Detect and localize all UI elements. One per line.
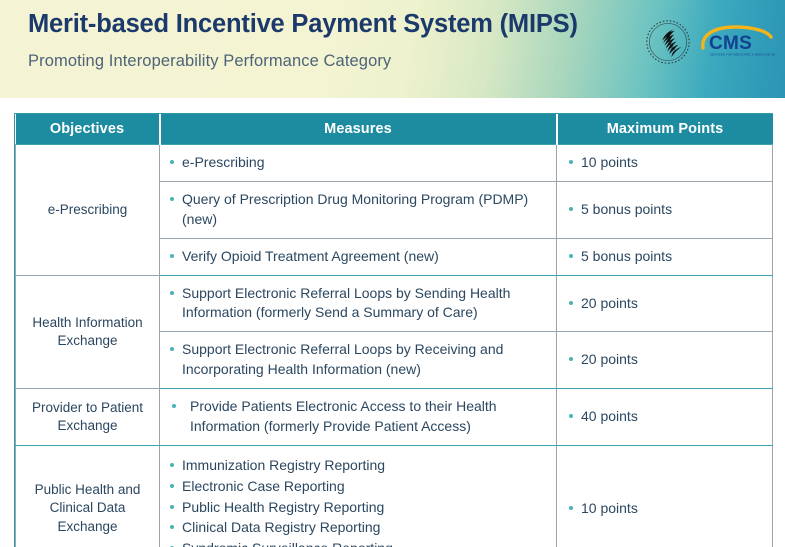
measures-cell: Provide Patients Electronic Access to th… [159,388,557,446]
page-subtitle: Promoting Interoperability Performance C… [28,52,392,71]
bullet-list: Support Electronic Referral Loops by Rec… [168,340,546,380]
measures-cell: Query of Prescription Drug Monitoring Pr… [159,180,557,239]
measures-cell: Support Electronic Referral Loops by Sen… [159,274,557,333]
points-cell: 5 bonus points [556,180,773,239]
points-item: 20 points [567,350,762,369]
measure-item: Immunization Registry Reporting [168,456,546,476]
table-row: Health Information Exchange Support Elec… [15,274,773,389]
table-row: e-Prescribing e-Prescribing 10 points [15,144,773,276]
bullet-list: Verify Opioid Treatment Agreement (new) [168,247,546,267]
measure-item: Clinical Data Registry Reporting [168,518,546,538]
points-cell: 10 points [556,444,773,547]
table-row: Provider to Patient Exchange Provide Pat… [15,388,773,446]
column-header-maximum-points: Maximum Points [556,114,773,145]
points-item: 5 bonus points [567,247,762,266]
measures-cell: Verify Opioid Treatment Agreement (new) [159,237,557,276]
column-header-measures: Measures [159,114,558,145]
points-item: 40 points [567,407,762,426]
points-item: 10 points [567,153,762,172]
table-row: Public Health and Clinical Data Exchange… [15,444,773,547]
points-cell: 10 points [556,144,773,182]
page-title: Merit-based Incentive Payment System (MI… [28,10,578,38]
objective-cell: e-Prescribing [15,144,160,276]
svg-text:CMS: CMS [709,33,752,54]
svg-text:CENTERS FOR MEDICARE & MEDICAI: CENTERS FOR MEDICARE & MEDICAID SERVICES [710,53,775,57]
points-item: 20 points [567,294,762,313]
points-item: 5 bonus points [567,200,762,219]
measure-item: Support Electronic Referral Loops by Sen… [168,284,546,324]
hhs-seal-icon [646,20,690,64]
mips-measures-table: Objectives Measures Maximum Points e-Pre… [15,114,773,547]
bullet-list: Query of Prescription Drug Monitoring Pr… [168,190,546,230]
table-header-row: Objectives Measures Maximum Points [15,114,773,145]
measure-item: Query of Prescription Drug Monitoring Pr… [168,190,546,230]
objective-cell: Provider to Patient Exchange [15,388,160,446]
measures-cell: Support Electronic Referral Loops by Rec… [159,331,557,389]
slide-header: Merit-based Incentive Payment System (MI… [0,0,785,98]
points-cell: 20 points [556,331,773,389]
measure-item: Support Electronic Referral Loops by Rec… [168,340,546,380]
objective-cell: Health Information Exchange [15,274,160,389]
objective-cell: Public Health and Clinical Data Exchange [15,444,160,547]
column-header-objectives: Objectives [15,114,161,145]
measure-item: Electronic Case Reporting [168,477,546,497]
mips-table-container: Objectives Measures Maximum Points e-Pre… [14,113,773,547]
measure-item: Verify Opioid Treatment Agreement (new) [168,247,546,267]
measures-cell: Immunization Registry Reporting Electron… [159,444,557,547]
measure-item: e-Prescribing [168,153,546,173]
cms-logo-icon: CMS CENTERS FOR MEDICARE & MEDICAID SERV… [701,25,775,57]
points-cell: 40 points [556,388,773,446]
logo-group: CMS CENTERS FOR MEDICARE & MEDICAID SERV… [645,13,775,71]
bullet-list: Immunization Registry Reporting Electron… [168,456,546,547]
points-item: 10 points [567,499,762,518]
points-cell: 20 points [556,274,773,333]
points-cell: 5 bonus points [556,237,773,276]
header-text-block: Merit-based Incentive Payment System (MI… [28,10,578,71]
measure-item: Syndromic Surveillance Reporting [168,539,546,547]
bullet-list: Support Electronic Referral Loops by Sen… [168,284,546,324]
slide-canvas: Merit-based Incentive Payment System (MI… [0,0,785,547]
measure-item: Provide Patients Electronic Access to th… [168,397,546,437]
bullet-list: Provide Patients Electronic Access to th… [168,397,546,437]
measure-item: Public Health Registry Reporting [168,498,546,518]
measures-cell: e-Prescribing [159,144,557,182]
bullet-list: e-Prescribing [168,153,546,173]
